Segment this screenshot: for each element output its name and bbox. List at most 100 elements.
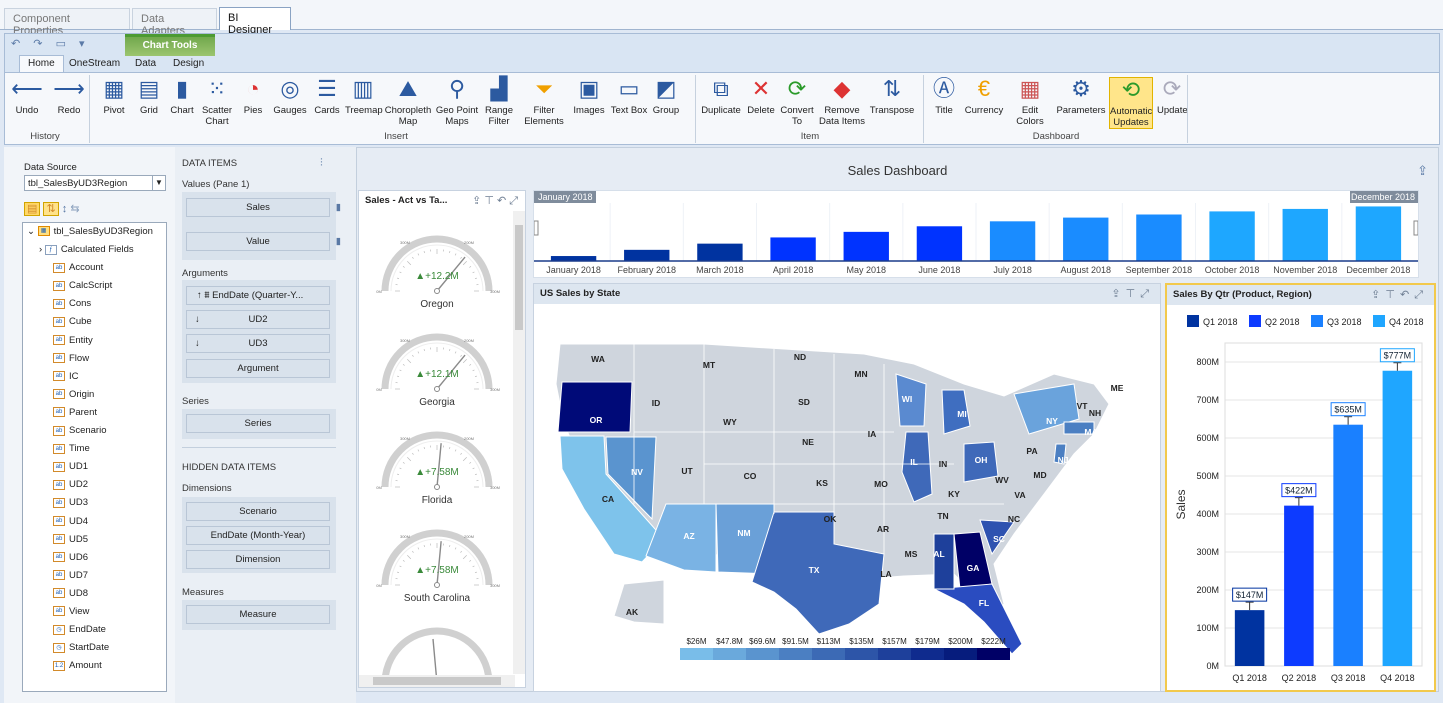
gauge-florida[interactable]: 0M 300M 200M 300M ▲+7.58M Florida [376, 431, 500, 506]
choropleth-map-button[interactable]: ⛰ Choropleth Map [383, 77, 433, 129]
maximize-icon[interactable]: ⤢ [1140, 288, 1154, 300]
sort-az-icon[interactable]: ⇅ [43, 202, 59, 216]
dimension-enddate[interactable]: EndDate (Month-Year) [186, 526, 330, 545]
ribbon-tab-design[interactable]: Design [165, 56, 212, 72]
range-filter-canvas[interactable]: January 2018 February 2018 March 2018 April… [533, 191, 1419, 277]
value-item-value[interactable]: Value ▮ [186, 232, 341, 251]
bar-options-icon[interactable]: ▮ [336, 199, 341, 217]
data-items-options-icon[interactable]: ⫶ [320, 157, 323, 170]
field-ud3[interactable]: ab UD3 [23, 494, 166, 512]
clear-filter-icon[interactable]: ⊤ [1385, 289, 1400, 301]
choropleth-map[interactable]: WA MT ND MN OR ID WY SD WI MI NY ME VTNH MA NE IA IL IN OH… [534, 304, 1160, 691]
field-flow[interactable]: ab Flow [23, 350, 166, 368]
tree-root[interactable]: ⌄ ▦ tbl_SalesByUD3Region [23, 223, 166, 241]
gauge-oregon[interactable]: 0M 300M 200M 300M ▲+12.2M Oregon [376, 235, 500, 310]
tab-data-adapters[interactable]: Data Adapters [132, 8, 217, 37]
field-ud7[interactable]: ab UD7 [23, 567, 166, 585]
argument-item-ud3[interactable]: ↓ UD3 [186, 334, 330, 353]
argument-placeholder[interactable]: Argument [186, 359, 330, 378]
chevron-down-icon[interactable]: ▼ [152, 176, 165, 190]
duplicate-button[interactable]: ⧉ Duplicate [699, 77, 743, 129]
images-button[interactable]: ▣ Images [571, 77, 607, 129]
field-enddate[interactable]: ◷ EndDate [23, 621, 166, 639]
field-ud8[interactable]: ab UD8 [23, 585, 166, 603]
bar-q2-2018[interactable] [1284, 505, 1314, 666]
undo-button[interactable]: ⟵ Undo [9, 77, 45, 129]
series-placeholder[interactable]: Series [186, 414, 330, 433]
field-ud6[interactable]: ab UD6 [23, 549, 166, 567]
automatic-updates-button[interactable]: ⟲ Automatic Updates [1109, 77, 1153, 129]
bar-chart-panel[interactable]: Sales By Qtr (Product, Region) ⇪⊤↶⤢ Q1 2… [1165, 283, 1436, 692]
drill-up-icon[interactable]: ↶ [497, 195, 509, 207]
field-scenario[interactable]: ab Scenario [23, 422, 166, 440]
delete-button[interactable]: ✕ Delete [744, 77, 778, 129]
range-right-handle[interactable] [1413, 220, 1419, 236]
clear-filter-icon[interactable]: ⊤ [484, 195, 497, 207]
field-ud4[interactable]: ab UD4 [23, 513, 166, 531]
gauge-georgia[interactable]: 0M 300M 200M 300M ▲+12.1M Georgia [376, 333, 500, 408]
chart-button[interactable]: ▮ Chart [166, 77, 198, 129]
data-source-select[interactable]: tbl_SalesByUD3Region ▼ [24, 175, 166, 191]
field-startdate[interactable]: ◷ StartDate [23, 639, 166, 657]
parameters-button[interactable]: ⚙ Parameters [1055, 77, 1107, 129]
group-by-type-icon[interactable]: ▤ [24, 202, 41, 216]
drill-up-icon[interactable]: ↶ [1400, 289, 1414, 301]
filter-elements-button[interactable]: ⏷ Filter Elements [519, 77, 569, 129]
gauge-south-carolina[interactable]: 0M 300M 200M 300M ▲+7.58M South Carolina [376, 529, 500, 604]
field-ud5[interactable]: ab UD5 [23, 531, 166, 549]
qat-redo-icon[interactable]: ↷ [33, 38, 42, 50]
geo-point-maps-button[interactable]: ⚲ Geo Point Maps [435, 77, 479, 129]
maximize-icon[interactable]: ⤢ [1414, 289, 1428, 301]
scrollbar-thumb[interactable] [373, 677, 501, 685]
bar-q3-2018[interactable] [1333, 424, 1363, 666]
export-icon[interactable]: ⇪ [1371, 289, 1385, 301]
measure-placeholder[interactable]: Measure [186, 605, 330, 624]
scrollbar-thumb[interactable] [515, 225, 523, 330]
qat-undo-icon[interactable]: ↶ [11, 38, 20, 50]
state-fl[interactable] [932, 583, 1023, 655]
tab-component-properties[interactable]: Component Properties [4, 8, 130, 37]
qat-save-icon[interactable]: ▭ [56, 38, 66, 50]
remove-data-items-button[interactable]: ◆ Remove Data Items [816, 77, 868, 129]
update-button[interactable]: ⟳ Update [1157, 77, 1188, 129]
field-account[interactable]: ab Account [23, 259, 166, 277]
maximize-icon[interactable]: ⤢ [509, 195, 521, 207]
export-icon[interactable]: ⇪ [1111, 288, 1125, 300]
field-parent[interactable]: ab Parent [23, 404, 166, 422]
convert-to-button[interactable]: ⟳ Convert To [780, 77, 814, 129]
treemap-button[interactable]: ▥ Treemap [345, 77, 383, 129]
state-al[interactable] [933, 533, 955, 590]
refresh-fields-icon[interactable]: ⇆ [70, 203, 79, 215]
field-ud2[interactable]: ab UD2 [23, 476, 166, 494]
pivot-button[interactable]: ▦ Pivot [97, 77, 131, 129]
value-item-sales[interactable]: Sales ▮ [186, 198, 341, 217]
ribbon-tab-home[interactable]: Home [19, 55, 64, 73]
export-icon[interactable]: ⇪ [1417, 163, 1428, 179]
ribbon-tab-data[interactable]: Data [127, 56, 164, 72]
field-calcscript[interactable]: ab CalcScript [23, 277, 166, 295]
gauges-button[interactable]: ◎ Gauges [271, 77, 309, 129]
field-amount[interactable]: 1.2 Amount [23, 657, 166, 675]
scatter-chart-button[interactable]: ⁙ Scatter Chart [198, 77, 236, 129]
field-ic[interactable]: ab IC [23, 368, 166, 386]
field-calculated-fields[interactable]: › ƒ Calculated Fields [23, 241, 166, 259]
dimension-scenario[interactable]: Scenario [186, 502, 330, 521]
gauges-horizontal-scrollbar[interactable] [359, 675, 515, 687]
range-left-handle[interactable] [533, 220, 539, 236]
export-icon[interactable]: ⇪ [472, 195, 484, 207]
clear-filter-icon[interactable]: ⊤ [1126, 288, 1141, 300]
qat-menu-icon[interactable]: ▾ [79, 38, 85, 50]
sort-down-icon[interactable]: ↓ [195, 311, 200, 329]
edit-colors-button[interactable]: ▦ Edit Colors [1007, 77, 1053, 129]
field-ud1[interactable]: ab UD1 [23, 458, 166, 476]
dimension-placeholder[interactable]: Dimension [186, 550, 330, 569]
sort-up-icon[interactable]: ↑ ⩩ [197, 290, 212, 301]
field-entity[interactable]: ab Entity [23, 332, 166, 350]
text-box-button[interactable]: ▭ Text Box [609, 77, 649, 129]
ribbon-tab-onestream[interactable]: OneStream [61, 56, 128, 72]
group-button[interactable]: ◩ Group [651, 77, 681, 129]
range-filter-button[interactable]: ▟ Range Filter [481, 77, 517, 129]
title-button[interactable]: Ⓐ Title [929, 77, 959, 129]
gauges-vertical-scrollbar[interactable] [513, 211, 525, 674]
tab-bi-designer[interactable]: BI Designer [219, 7, 291, 36]
